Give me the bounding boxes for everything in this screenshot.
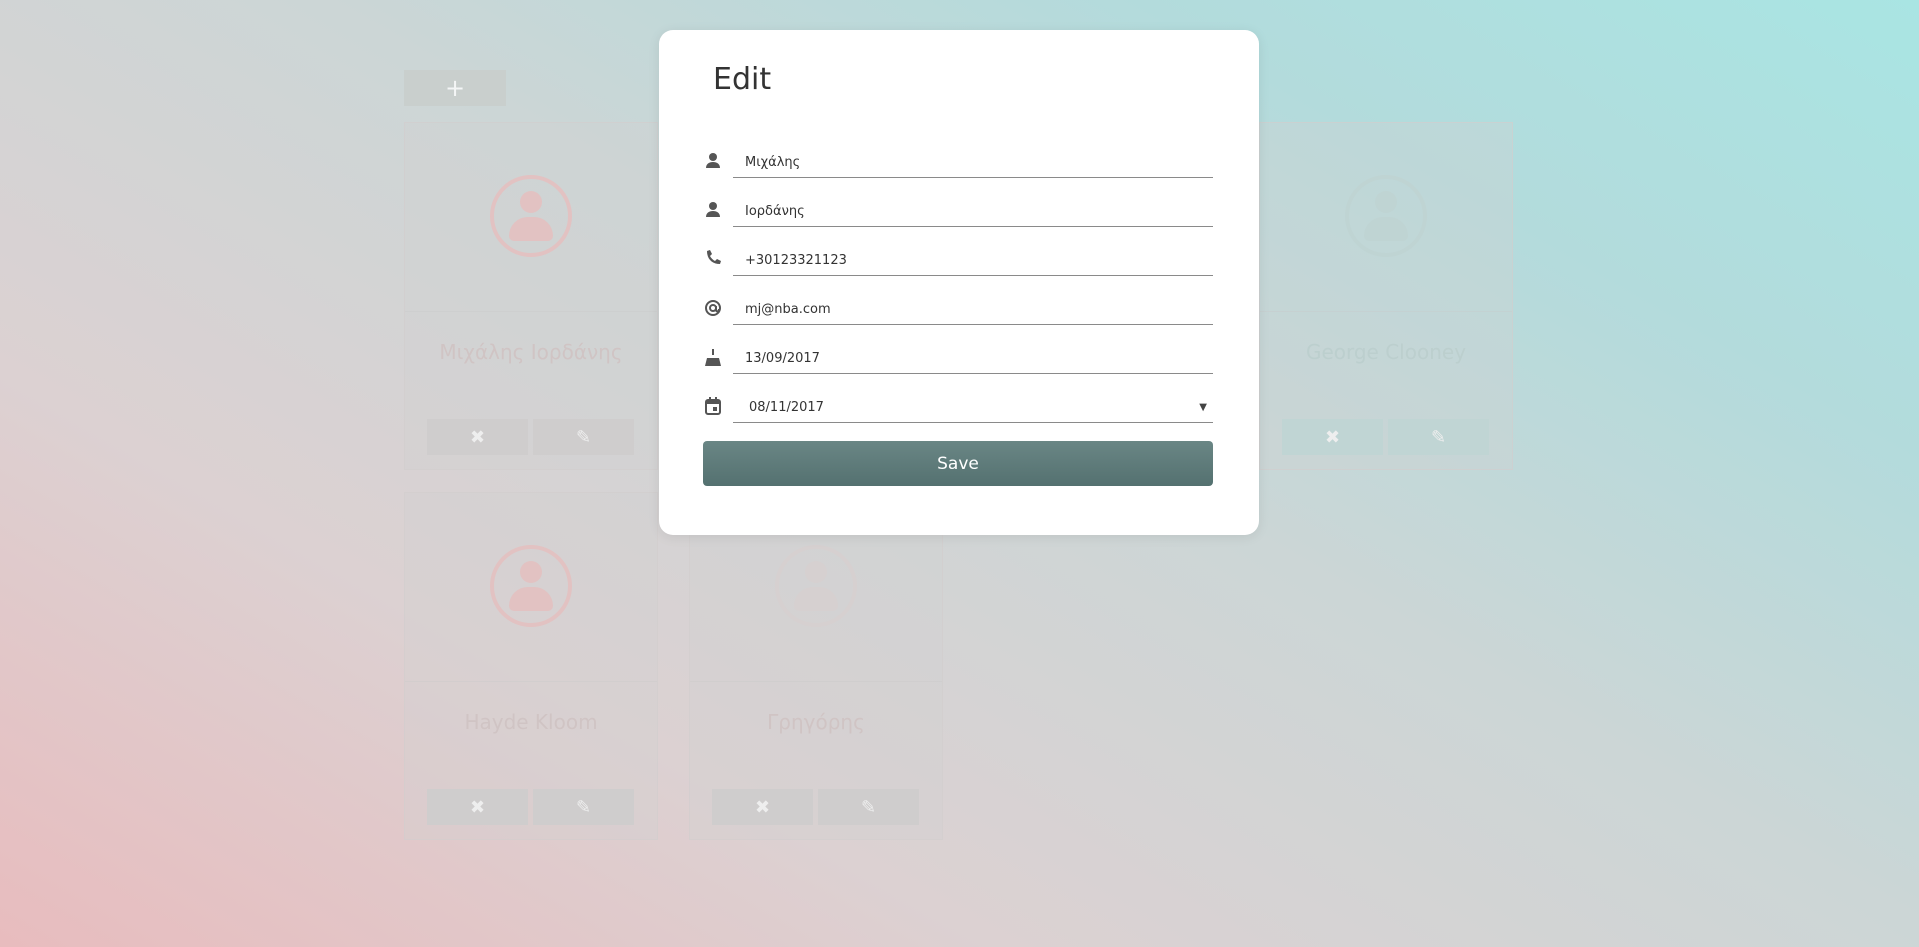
delete-button[interactable]: ✖	[427, 789, 528, 825]
avatar-icon	[490, 545, 572, 627]
date-row: 08/11/2017 ▼	[703, 393, 1213, 423]
cake-icon	[705, 349, 721, 366]
avatar-icon	[1345, 175, 1427, 257]
contact-card: George Clooney ✖ ✎	[1259, 122, 1513, 470]
edit-button[interactable]: ✎	[1388, 419, 1489, 455]
avatar-icon	[775, 545, 857, 627]
last-name-field[interactable]	[733, 197, 1213, 227]
save-button[interactable]: Save	[703, 441, 1213, 486]
contact-name: Hayde Kloom	[464, 710, 598, 734]
date-value: 08/11/2017	[749, 400, 824, 415]
first-name-row	[703, 148, 1213, 178]
phone-row	[703, 246, 1213, 276]
edit-button[interactable]: ✎	[818, 789, 919, 825]
birthday-field[interactable]	[733, 344, 1213, 374]
edit-button[interactable]: ✎	[533, 789, 634, 825]
contact-name: George Clooney	[1305, 340, 1467, 364]
contact-card: Hayde Kloom ✖ ✎	[404, 492, 658, 840]
chevron-down-icon: ▼	[1199, 402, 1207, 413]
contact-name: Γρηγόρης	[767, 710, 865, 734]
person-icon	[706, 153, 720, 168]
edit-contact-modal: Edit 08/11/2017 ▼ Save	[659, 30, 1259, 535]
email-row	[703, 295, 1213, 325]
delete-button[interactable]: ✖	[1282, 419, 1383, 455]
modal-title: Edit	[713, 62, 772, 97]
email-field[interactable]	[733, 295, 1213, 325]
contact-card: Μιχάλης Ιορδάνης ✖ ✎	[404, 122, 658, 470]
avatar-icon	[490, 175, 572, 257]
contact-card: Γρηγόρης ✖ ✎	[689, 492, 943, 840]
edit-button[interactable]: ✎	[533, 419, 634, 455]
date-select[interactable]: 08/11/2017 ▼	[733, 393, 1213, 423]
first-name-field[interactable]	[733, 148, 1213, 178]
person-icon	[706, 202, 720, 217]
phone-field[interactable]	[733, 246, 1213, 276]
at-icon	[705, 300, 721, 316]
last-name-row	[703, 197, 1213, 227]
contact-name: Μιχάλης Ιορδάνης	[439, 340, 623, 364]
phone-icon	[707, 250, 721, 264]
calendar-icon	[705, 397, 721, 415]
delete-button[interactable]: ✖	[427, 419, 528, 455]
delete-button[interactable]: ✖	[712, 789, 813, 825]
birthday-row	[703, 344, 1213, 374]
add-contact-button[interactable]: +	[404, 70, 506, 106]
